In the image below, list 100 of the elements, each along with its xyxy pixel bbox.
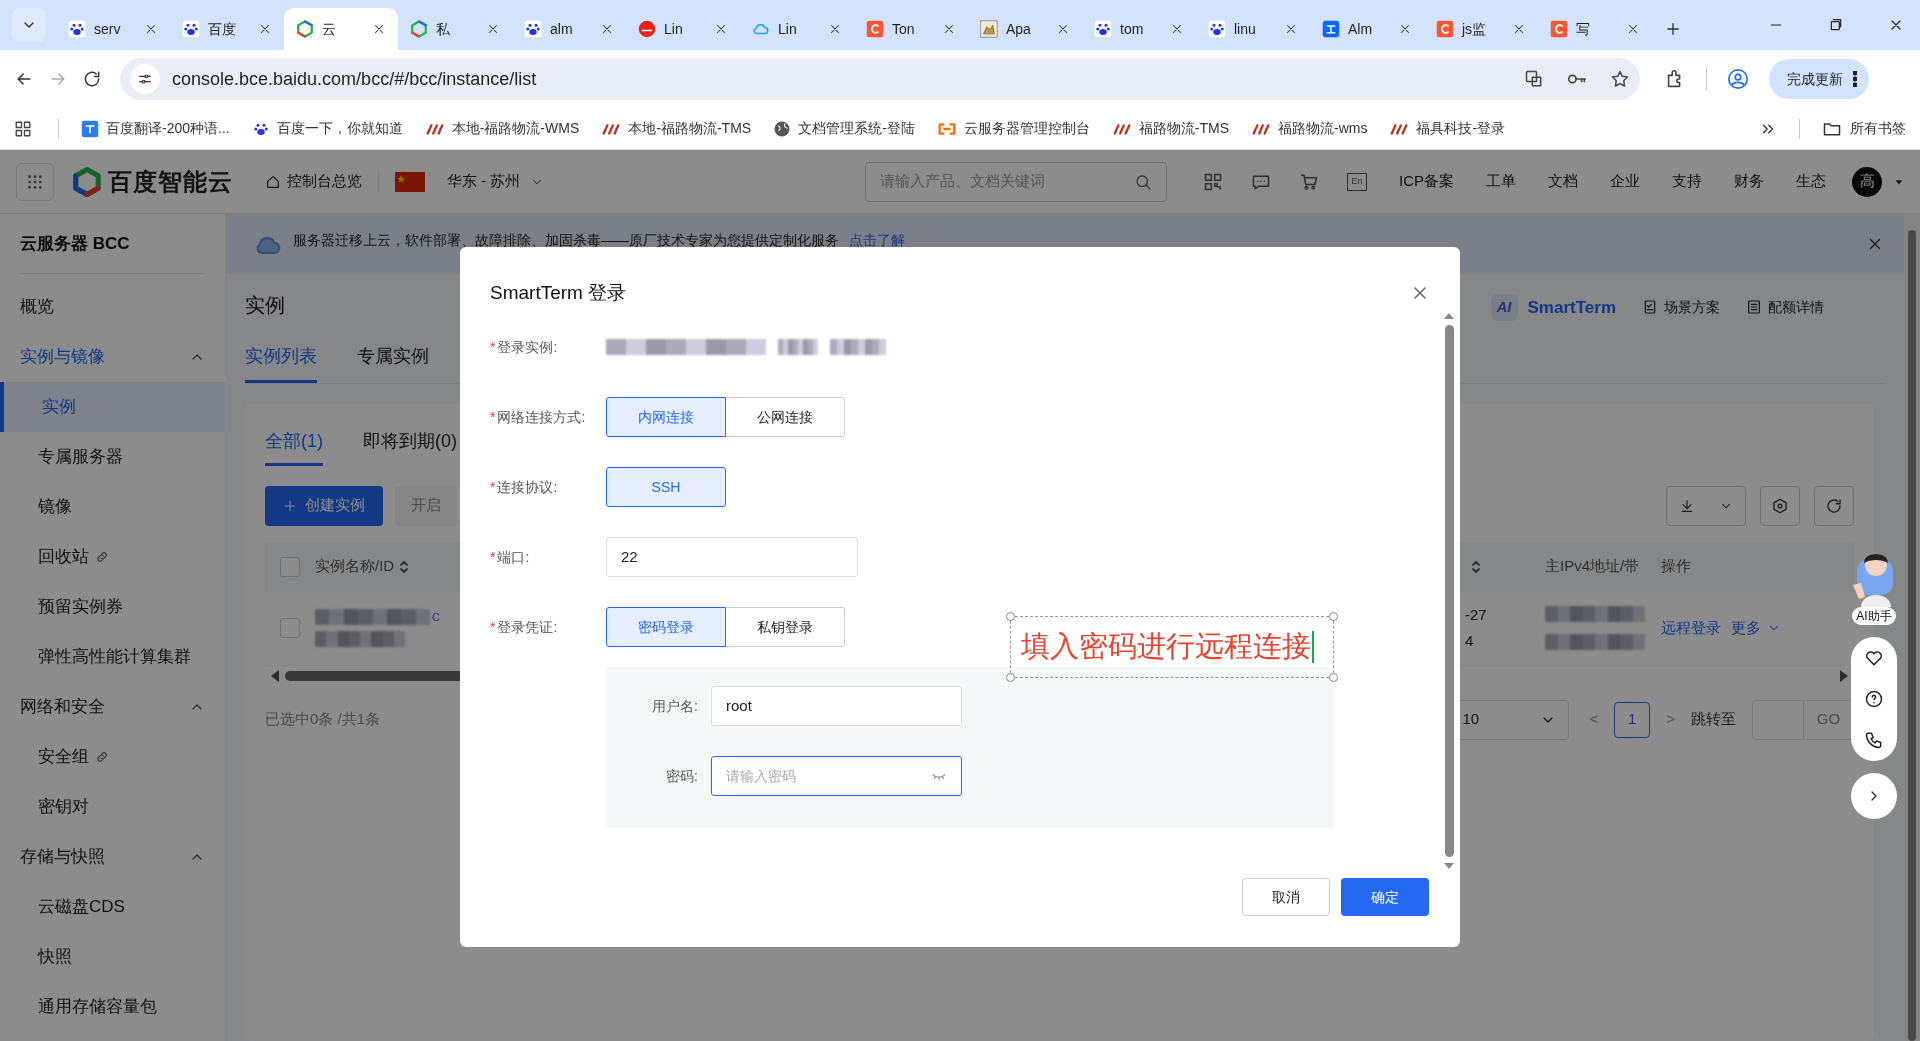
header-link[interactable]: 场景方案 — [1642, 296, 1720, 318]
close-icon[interactable] — [1170, 22, 1184, 36]
close-icon[interactable] — [1512, 22, 1526, 36]
browser-tab[interactable]: Apa — [968, 8, 1082, 50]
assistant-button[interactable]: AI助手 — [1846, 545, 1902, 625]
bookmark[interactable]: 福路物流-TMS — [1111, 118, 1230, 139]
bookmark[interactable]: 云服务器管理控制台 — [936, 118, 1090, 139]
browser-tab[interactable]: Lin — [626, 8, 740, 50]
sidebar-group[interactable]: 存储与快照 — [0, 832, 225, 882]
scroll-down-icon[interactable] — [1444, 863, 1454, 869]
sort-icon[interactable] — [398, 558, 411, 575]
close-icon[interactable] — [942, 22, 956, 36]
page-button[interactable]: 1 — [1614, 701, 1651, 738]
reload-icon[interactable] — [82, 69, 102, 89]
close-icon[interactable] — [600, 22, 614, 36]
sidebar-item[interactable]: 专属服务器 — [0, 432, 225, 482]
create-instance-button[interactable]: 创建实例 — [265, 485, 383, 526]
sidebar-item[interactable]: 概览 — [0, 282, 225, 332]
console-overview-link[interactable]: 控制台总览 — [265, 170, 362, 193]
option-button[interactable]: 公网连接 — [725, 397, 845, 437]
nav-link[interactable]: 支持 — [1672, 170, 1702, 193]
close-icon[interactable] — [714, 22, 728, 36]
resize-handle[interactable] — [1329, 673, 1338, 682]
close-icon[interactable] — [144, 22, 158, 36]
star-icon[interactable] — [1610, 69, 1630, 89]
update-button[interactable]: 完成更新 — [1769, 59, 1869, 99]
bookmark[interactable]: 福具科技-登录 — [1389, 118, 1506, 139]
profile-icon[interactable] — [1727, 68, 1749, 90]
scroll-right-icon[interactable] — [1840, 669, 1848, 682]
language-button[interactable]: En — [1347, 172, 1367, 191]
nav-link[interactable]: 生态 — [1796, 170, 1826, 193]
close-icon[interactable] — [1626, 22, 1640, 36]
filter-tab[interactable]: 即将到期(0) — [363, 427, 457, 466]
browser-tab[interactable]: js监 — [1424, 8, 1538, 50]
browser-tab[interactable]: 云 — [284, 8, 398, 50]
bookmark[interactable]: 本地-福路物流-TMS — [601, 118, 752, 139]
close-icon[interactable] — [828, 22, 842, 36]
option-button[interactable]: SSH — [606, 467, 726, 507]
browser-tab[interactable]: 私 — [398, 8, 512, 50]
sidebar-item[interactable]: 安全组 — [0, 732, 225, 782]
help-icon[interactable] — [1864, 689, 1884, 709]
browser-tab[interactable]: tom — [1082, 8, 1196, 50]
all-bookmarks[interactable]: 所有书签 — [1822, 118, 1906, 139]
cancel-button[interactable]: 取消 — [1242, 878, 1330, 916]
close-icon[interactable] — [1284, 22, 1298, 36]
browser-tab[interactable]: Lin — [740, 8, 854, 50]
checkbox[interactable] — [280, 618, 300, 638]
sidebar-group[interactable]: 网络和安全 — [0, 682, 225, 732]
more-link[interactable]: 更多 — [1731, 616, 1781, 640]
browser-tab[interactable]: serv — [56, 8, 170, 50]
new-tab-icon[interactable] — [1664, 20, 1682, 38]
sidebar-item[interactable]: 密钥对 — [0, 782, 225, 832]
sidebar-item[interactable]: 预留实例券 — [0, 582, 225, 632]
bookmark[interactable]: 百度翻译-200种语... — [81, 118, 230, 139]
scrollbar[interactable] — [1904, 214, 1920, 1041]
scroll-up-icon[interactable] — [1444, 313, 1454, 319]
sidebar-item[interactable]: 镜像 — [0, 482, 225, 532]
sidebar-item[interactable]: 通用存储容量包 — [0, 982, 225, 1032]
scrollbar[interactable] — [1442, 313, 1456, 869]
header-link[interactable]: 配额详情 — [1746, 296, 1824, 318]
resize-handle[interactable] — [1006, 612, 1015, 621]
bookmark[interactable]: 本地-福路物流-WMS — [424, 118, 580, 139]
sidebar-item[interactable]: 快照 — [0, 932, 225, 982]
checkbox[interactable] — [280, 556, 300, 577]
address-bar[interactable]: console.bce.baidu.com/bcc/#/bcc/instance/list — [120, 58, 1640, 100]
nav-link[interactable]: ICP备案 — [1399, 170, 1454, 193]
sidebar-group[interactable]: 实例与镜像 — [0, 332, 225, 382]
page-tab[interactable]: 专属实例 — [357, 342, 429, 383]
scroll-left-icon[interactable] — [271, 669, 279, 682]
nav-link[interactable]: 文档 — [1548, 170, 1578, 193]
translate-icon[interactable] — [1524, 69, 1544, 89]
close-icon[interactable] — [1398, 22, 1412, 36]
remote-login-link[interactable]: 远程登录 — [1661, 616, 1721, 640]
apps-menu-button[interactable] — [16, 162, 54, 201]
option-button[interactable]: 内网连接 — [606, 397, 726, 437]
resize-handle[interactable] — [1006, 673, 1015, 682]
browser-tab[interactable]: linu — [1196, 8, 1310, 50]
refresh-button[interactable] — [1814, 485, 1854, 526]
option-button[interactable]: 密码登录 — [606, 607, 726, 647]
user-avatar[interactable]: 高 — [1852, 166, 1882, 197]
nav-link[interactable]: 企业 — [1610, 170, 1640, 193]
close-icon[interactable] — [258, 22, 272, 36]
browser-tab[interactable]: alm — [512, 8, 626, 50]
sidebar-item[interactable]: 云磁盘CDS — [0, 882, 225, 932]
sidebar-item[interactable]: 弹性高性能计算集群 — [0, 632, 225, 682]
sidebar-item[interactable]: 回收站 — [0, 532, 225, 582]
browser-tab[interactable]: Ton — [854, 8, 968, 50]
browser-tab[interactable]: 百度 — [170, 8, 284, 50]
bookmark[interactable]: 福路物流-wms — [1251, 118, 1368, 139]
qr-code-icon[interactable] — [1203, 171, 1223, 192]
phone-icon[interactable] — [1864, 730, 1884, 751]
settings-button[interactable] — [1760, 485, 1800, 526]
nav-link[interactable]: 工单 — [1486, 170, 1516, 193]
confirm-button[interactable]: 确定 — [1341, 878, 1429, 916]
smartterm-link[interactable]: AI SmartTerm — [1490, 294, 1616, 321]
region-selector[interactable]: 华东 - 苏州 — [395, 170, 545, 193]
page-tab[interactable]: 实例列表 — [245, 342, 317, 383]
bookmark[interactable]: 文档管理系统-登陆 — [773, 118, 915, 139]
resize-handle[interactable] — [1329, 612, 1338, 621]
input-field[interactable]: root — [711, 686, 962, 726]
